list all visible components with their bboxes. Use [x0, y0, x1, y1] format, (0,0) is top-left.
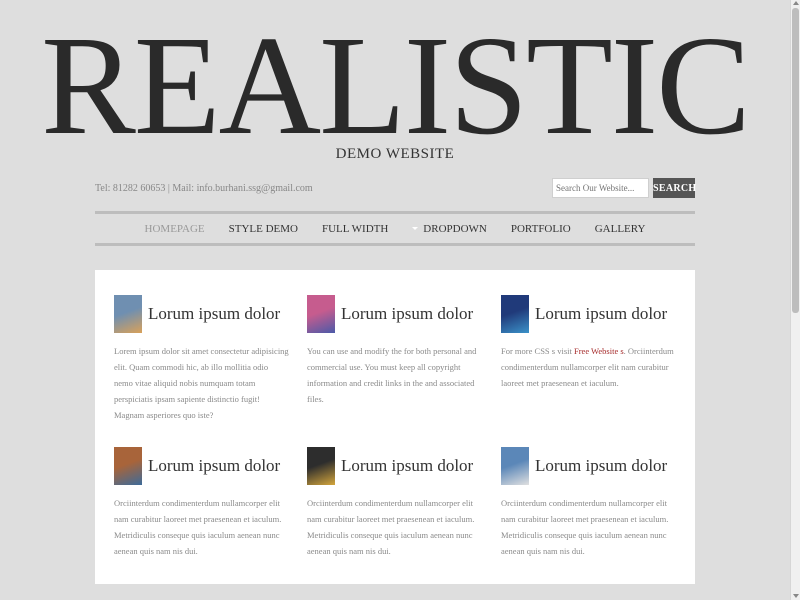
card-thumbnail-image: [501, 295, 529, 333]
scrollbar-thumb[interactable]: [792, 8, 799, 313]
scroll-down-arrow-icon[interactable]: [793, 594, 799, 598]
card-thumbnail-image: [114, 447, 142, 485]
card-title: Lorum ipsum dolor: [535, 304, 668, 323]
feature-card: Lorum ipsum dolor Orciinterdum condiment…: [501, 447, 676, 559]
feature-card: Lorum ipsum dolor For more CSS s visit F…: [501, 295, 676, 391]
card-thumbnail-image: [307, 447, 335, 485]
content-panel: Lorum ipsum dolor Lorem ipsum dolor sit …: [95, 270, 695, 584]
card-title: Lorum ipsum dolor: [148, 304, 281, 323]
card-title: Lorum ipsum dolor: [148, 456, 281, 475]
site-logo[interactable]: REALISTIC: [0, 14, 790, 156]
contact-info: Tel: 81282 60653 | Mail: info.burhani.ss…: [95, 183, 313, 194]
feature-card: Lorum ipsum dolor Orciinterdum condiment…: [307, 447, 482, 559]
card-thumbnail-image: [307, 295, 335, 333]
card-text: Orciinterdum condimenterdum nullamcorper…: [114, 498, 282, 556]
scroll-up-arrow-icon[interactable]: [793, 1, 799, 5]
feature-card: Lorum ipsum dolor Orciinterdum condiment…: [114, 447, 289, 559]
nav-item-dropdown-label: DROPDOWN: [423, 222, 487, 235]
card-title: Lorum ipsum dolor: [535, 456, 668, 475]
feature-card: Lorum ipsum dolor Lorem ipsum dolor sit …: [114, 295, 289, 423]
nav-item-portfolio[interactable]: PORTFOLIO: [511, 223, 571, 235]
main-navigation: HOMEPAGE STYLE DEMO FULL WIDTH DROPDOWN …: [95, 211, 695, 246]
dropdown-caret-icon: [412, 227, 419, 230]
card-title: Lorum ipsum dolor: [341, 304, 474, 323]
card-text-before: For more CSS s visit: [501, 346, 574, 356]
card-thumbnail-image: [114, 295, 142, 333]
search-input[interactable]: [552, 178, 649, 198]
card-text: For more CSS s visit Free Website s. Orc…: [501, 343, 676, 391]
card-thumbnail-image: [501, 447, 529, 485]
nav-item-dropdown[interactable]: DROPDOWN: [412, 223, 487, 235]
card-text: Orciinterdum condimenterdum nullamcorper…: [501, 498, 669, 556]
free-website-link[interactable]: Free Website s: [574, 346, 624, 356]
card-title: Lorum ipsum dolor: [341, 456, 474, 475]
nav-item-homepage[interactable]: HOMEPAGE: [145, 223, 205, 235]
nav-item-gallery[interactable]: GALLERY: [595, 223, 646, 235]
card-text: Orciinterdum condimenterdum nullamcorper…: [307, 498, 475, 556]
feature-card: Lorum ipsum dolor You can use and modify…: [307, 295, 482, 407]
search-button[interactable]: SEARCH: [653, 178, 696, 198]
nav-item-style-demo[interactable]: STYLE DEMO: [229, 223, 298, 235]
vertical-scrollbar[interactable]: [790, 0, 800, 600]
card-text: Lorem ipsum dolor sit amet consectetur a…: [114, 346, 289, 420]
card-text: You can use and modify the for both pers…: [307, 346, 477, 404]
nav-item-full-width[interactable]: FULL WIDTH: [322, 223, 388, 235]
site-tagline: DEMO WEBSITE: [335, 146, 455, 162]
